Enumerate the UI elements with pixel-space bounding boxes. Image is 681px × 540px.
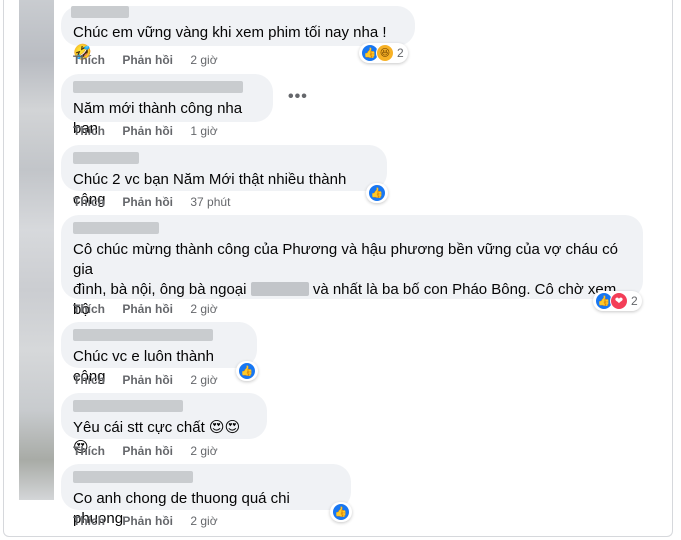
comment-time: 2 giờ [190, 444, 218, 458]
reply-link[interactable]: Phản hồi [122, 302, 173, 316]
comment-meta: Thích Phản hồi 2 giờ [73, 444, 232, 458]
more-options-icon[interactable]: ••• [288, 88, 308, 106]
commenter-name-redacted [71, 6, 129, 18]
commenter-name-redacted [73, 152, 139, 164]
reply-link[interactable]: Phản hồi [122, 514, 173, 528]
like-icon: 👍 [332, 503, 350, 521]
comment-meta: Thích Phản hồi 2 giờ [73, 302, 232, 316]
comment-bubble[interactable]: Chúc vc e luôn thành công [61, 322, 257, 385]
comment-text-line: Cô chúc mừng thành công của Phương và hậ… [73, 241, 619, 278]
reaction-summary[interactable]: 👍 ❤ 2 [593, 291, 642, 311]
comment-bubble[interactable]: Chúc 2 vc bạn Năm Mới thật nhiều thành c… [61, 145, 387, 208]
haha-icon: 😆 [376, 44, 394, 62]
comment-meta: Thích Phản hồi 2 giờ [73, 514, 232, 528]
reaction-summary[interactable]: 👍 😆 2 [359, 43, 408, 63]
comment-meta: Thích Phản hồi 2 giờ [73, 373, 232, 387]
like-link[interactable]: Thích [73, 53, 105, 67]
commenter-name-redacted [73, 471, 193, 483]
comment-bubble[interactable]: Năm mới thành công nha bạn [61, 74, 273, 137]
comment-time: 1 giờ [190, 124, 218, 138]
reply-link[interactable]: Phản hồi [122, 53, 173, 67]
comments-panel: Chúc em vững vàng khi xem phim tối nay n… [3, 0, 673, 537]
reply-link[interactable]: Phản hồi [122, 124, 173, 138]
comment-time: 2 giờ [190, 373, 218, 387]
like-link[interactable]: Thích [73, 195, 105, 209]
comment-time: 37 phút [190, 195, 231, 209]
like-link[interactable]: Thích [73, 124, 105, 138]
reaction-summary[interactable]: 👍 [366, 183, 388, 203]
reaction-summary[interactable]: 👍 [330, 502, 352, 522]
reaction-count: 2 [631, 294, 638, 308]
comment-bubble[interactable]: Co anh chong de thuong quá chi phuong [61, 464, 351, 527]
comment-bubble[interactable]: Chúc em vững vàng khi xem phim tối nay n… [61, 6, 415, 61]
comment-time: 2 giờ [190, 514, 218, 528]
like-icon: 👍 [368, 184, 386, 202]
commenter-name-redacted [73, 81, 243, 93]
comment-meta: Thích Phản hồi 37 phút [73, 195, 244, 209]
reaction-summary[interactable]: 👍 [236, 361, 258, 381]
reply-link[interactable]: Phản hồi [122, 195, 173, 209]
reaction-count: 2 [397, 46, 404, 60]
redacted-name [250, 282, 309, 296]
comment-text-segment: đình, bà nội, ông bà ngoại [73, 281, 247, 298]
commenter-name-redacted [73, 222, 159, 234]
like-link[interactable]: Thích [73, 373, 105, 387]
comment-time: 2 giờ [190, 53, 218, 67]
avatar-column [19, 0, 54, 500]
comment-bubble[interactable]: Cô chúc mừng thành công của Phương và hậ… [61, 215, 643, 338]
reply-link[interactable]: Phản hồi [122, 444, 173, 458]
comment-time: 2 giờ [190, 302, 218, 316]
like-link[interactable]: Thích [73, 444, 105, 458]
reply-link[interactable]: Phản hồi [122, 373, 173, 387]
like-link[interactable]: Thích [73, 514, 105, 528]
comment-bubble[interactable]: Yêu cái stt cực chất 😍😍😍 [61, 393, 267, 456]
comment-meta: Thích Phản hồi 2 giờ [73, 53, 232, 67]
like-icon: 👍 [238, 362, 256, 380]
commenter-name-redacted [73, 329, 213, 341]
comment-meta: Thích Phản hồi 1 giờ [73, 124, 232, 138]
commenter-name-redacted [73, 400, 183, 412]
love-icon: ❤ [610, 292, 628, 310]
like-link[interactable]: Thích [73, 302, 105, 316]
